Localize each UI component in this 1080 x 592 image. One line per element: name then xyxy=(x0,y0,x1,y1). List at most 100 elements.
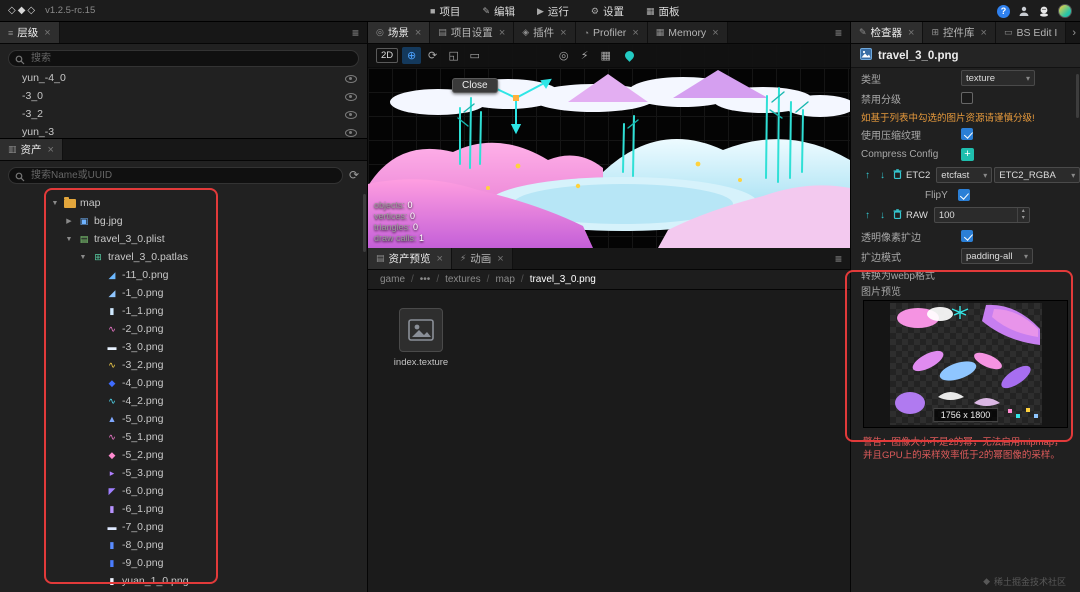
menu-project[interactable]: ■项目 xyxy=(430,4,460,19)
add-config-button[interactable]: + xyxy=(961,148,974,161)
breadcrumb-item[interactable]: ••• xyxy=(420,274,431,285)
menu-panel[interactable]: ▦面板 xyxy=(646,4,680,19)
visibility-eye-icon[interactable] xyxy=(345,126,357,138)
rotate-tool-icon[interactable]: ⟳ xyxy=(423,47,442,64)
tab-hierarchy[interactable]: ≡ 层级 × xyxy=(0,22,60,43)
asset-item[interactable]: ▮-9_0.png xyxy=(0,554,367,572)
scrollbar[interactable] xyxy=(363,194,366,252)
move-up-icon[interactable]: ↑ xyxy=(861,210,874,221)
asset-item[interactable]: ∿-5_1.png xyxy=(0,428,367,446)
asset-item[interactable]: ◆-4_0.png xyxy=(0,374,367,392)
visibility-eye-icon[interactable] xyxy=(345,90,357,102)
asset-item[interactable]: ◢-11_0.png xyxy=(0,266,367,284)
alpha-expand-checkbox[interactable] xyxy=(961,230,973,242)
asset-item[interactable]: ◤-6_0.png xyxy=(0,482,367,500)
asset-item[interactable]: ▶▣bg.jpg xyxy=(0,212,367,230)
breadcrumb-item[interactable]: map xyxy=(495,274,514,285)
hierarchy-search-input[interactable] xyxy=(8,50,359,67)
light-tool-icon[interactable]: ⚡ xyxy=(575,47,594,64)
asset-item[interactable]: ▮-6_1.png xyxy=(0,500,367,518)
tree-expand-arrow[interactable]: ▶ xyxy=(64,217,74,225)
hierarchy-item[interactable]: yun_-4_0 xyxy=(0,69,367,87)
asset-item[interactable]: ∿-3_2.png xyxy=(0,356,367,374)
tree-expand-arrow[interactable]: ▼ xyxy=(50,200,60,207)
menu-run[interactable]: ▶运行 xyxy=(537,4,569,19)
close-tab-icon[interactable]: × xyxy=(44,27,50,39)
asset-item[interactable]: ∿-4_2.png xyxy=(0,392,367,410)
tab-assets[interactable]: ▥ 资产 × xyxy=(0,139,63,160)
help-icon[interactable]: ? xyxy=(997,5,1010,18)
visibility-eye-icon[interactable] xyxy=(345,72,357,84)
tab-profiler[interactable]: ◔Profiler× xyxy=(576,22,648,43)
etc-format-select[interactable]: etcfast▾ xyxy=(936,167,992,183)
focus-tool-icon[interactable]: ◎ xyxy=(554,47,573,64)
type-select[interactable]: texture▾ xyxy=(961,70,1035,86)
scrollbar[interactable] xyxy=(1076,74,1079,118)
close-tab-icon[interactable]: × xyxy=(437,253,443,265)
asset-item[interactable]: ▮-1_1.png xyxy=(0,302,367,320)
delete-icon[interactable] xyxy=(891,209,904,222)
chevron-right-icon[interactable]: › xyxy=(1066,22,1080,43)
tab-memory[interactable]: ▦Memory× xyxy=(648,22,728,43)
tab-inspector[interactable]: ✎检查器× xyxy=(851,22,923,43)
asset-item[interactable]: ◆-5_2.png xyxy=(0,446,367,464)
close-tab-icon[interactable]: × xyxy=(712,27,718,39)
breadcrumb-item[interactable]: game xyxy=(380,274,405,285)
asset-item[interactable]: ▬-7_0.png xyxy=(0,518,367,536)
asset-item[interactable]: ▲-5_0.png xyxy=(0,410,367,428)
panel-menu-icon[interactable]: ≡ xyxy=(827,22,850,43)
hierarchy-item[interactable]: yun_-3 xyxy=(0,123,367,138)
user-icon[interactable] xyxy=(1018,5,1030,17)
compress-enable-checkbox[interactable] xyxy=(961,128,973,140)
tab-widget-library[interactable]: ⊞控件库× xyxy=(923,22,995,43)
texture-item[interactable]: index.texture xyxy=(386,308,456,368)
hierarchy-item[interactable]: -3_2 xyxy=(0,105,367,123)
close-tab-icon[interactable]: × xyxy=(415,27,421,39)
close-tab-icon[interactable]: × xyxy=(48,144,54,156)
asset-item[interactable]: ▼⊞travel_3_0.patlas xyxy=(0,248,367,266)
panel-menu-icon[interactable]: ≡ xyxy=(344,22,367,43)
menu-settings[interactable]: ⚙设置 xyxy=(591,4,624,19)
panel-menu-icon[interactable]: ≡ xyxy=(827,248,850,269)
close-tab-icon[interactable]: × xyxy=(632,27,638,39)
asset-item[interactable]: ▮-8_0.png xyxy=(0,536,367,554)
breadcrumb-item[interactable]: travel_3_0.png xyxy=(530,274,596,285)
asset-item[interactable]: ▬-3_0.png xyxy=(0,338,367,356)
menu-edit[interactable]: ✎编辑 xyxy=(482,4,515,19)
tab-scene[interactable]: ◎场景× xyxy=(368,22,430,43)
location-pin-icon[interactable] xyxy=(623,49,636,62)
close-tab-icon[interactable]: × xyxy=(499,27,505,39)
avatar[interactable] xyxy=(1058,4,1072,18)
flipy-checkbox[interactable] xyxy=(958,189,970,201)
close-tab-icon[interactable]: × xyxy=(497,253,503,265)
asset-item[interactable]: ▼map xyxy=(0,194,367,212)
close-tab-icon[interactable]: × xyxy=(981,27,987,39)
etc-type-select[interactable]: ETC2_RGBA▾ xyxy=(994,167,1080,183)
rect-tool-icon[interactable]: ▭ xyxy=(465,47,484,64)
move-tool-icon[interactable]: ⊕ xyxy=(402,47,421,64)
grade-checkbox[interactable] xyxy=(961,92,973,104)
scene-viewport[interactable]: 2D ⊕⟳◱▭ ◎⚡▦ Close objects: 0vertices: 0t… xyxy=(368,44,850,248)
community-icon[interactable] xyxy=(1038,5,1050,17)
asset-item[interactable]: ◢-1_0.png xyxy=(0,284,367,302)
tab-project-settings[interactable]: ▤项目设置× xyxy=(430,22,514,43)
hierarchy-item[interactable]: -3_0 xyxy=(0,87,367,105)
asset-item[interactable]: ∿-2_0.png xyxy=(0,320,367,338)
scale-tool-icon[interactable]: ◱ xyxy=(444,47,463,64)
tree-expand-arrow[interactable]: ▼ xyxy=(78,254,88,261)
move-up-icon[interactable]: ↑ xyxy=(861,170,874,181)
delete-icon[interactable] xyxy=(891,169,904,182)
quantity-stepper[interactable]: ▴ ▾ xyxy=(1017,208,1029,222)
move-down-icon[interactable]: ↓ xyxy=(876,210,889,221)
tab-plugins[interactable]: ◈插件× xyxy=(514,22,575,43)
visibility-eye-icon[interactable] xyxy=(345,108,357,120)
close-tab-icon[interactable]: × xyxy=(908,27,914,39)
close-tab-icon[interactable]: × xyxy=(560,27,566,39)
asset-item[interactable]: ▸-5_3.png xyxy=(0,464,367,482)
tree-expand-arrow[interactable]: ▼ xyxy=(64,236,74,243)
tab-asset-preview[interactable]: ▤资产预览× xyxy=(368,248,452,269)
mode-2d-button[interactable]: 2D xyxy=(376,48,398,63)
asset-item[interactable]: ▼▤travel_3_0.plist xyxy=(0,230,367,248)
tab-animation[interactable]: ⚡动画× xyxy=(452,248,513,269)
breadcrumb-item[interactable]: textures xyxy=(445,274,481,285)
